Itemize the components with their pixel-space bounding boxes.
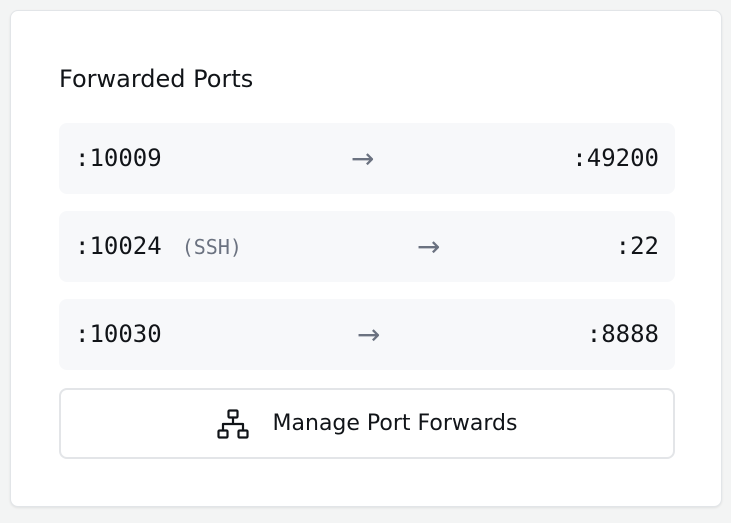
port-service-tag: (SSH) [181,235,242,259]
remote-port: :22 [615,232,659,260]
network-icon [216,408,249,440]
local-port: :10024 (SSH) [75,232,242,260]
manage-port-forwards-button[interactable]: Manage Port Forwards [59,388,675,459]
arrow-icon: → [351,142,375,175]
port-forward-row: :10030 → :8888 [59,299,675,370]
local-port: :10009 [75,144,162,172]
remote-port: :8888 [586,320,659,348]
port-forward-row: :10009 → :49200 [59,123,675,194]
panel-title: Forwarded Ports [59,65,254,93]
local-port: :10030 [75,320,162,348]
arrow-icon: → [357,318,381,351]
arrow-icon: → [417,230,441,263]
manage-button-label: Manage Port Forwards [272,411,518,436]
forwarded-ports-card: Forwarded Ports :10009 → :49200 :10024 (S… [10,10,722,507]
port-forward-row: :10024 (SSH) → :22 [59,211,675,282]
remote-port: :49200 [572,144,659,172]
